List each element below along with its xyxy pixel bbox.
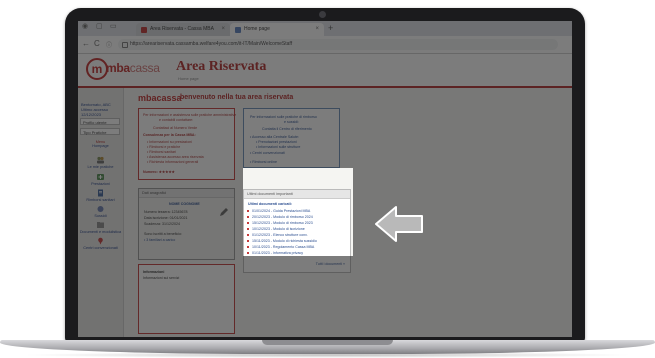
box-line: e contabili contattare: bbox=[159, 118, 194, 122]
sidebar-item-documenti[interactable]: Documenti e modulistica bbox=[78, 221, 123, 234]
tab-home-page[interactable]: Home page × bbox=[230, 23, 324, 36]
medical-icon bbox=[97, 174, 104, 180]
sidebar-item-centri[interactable]: Centri convenzionati bbox=[78, 237, 123, 250]
money-icon bbox=[97, 206, 104, 212]
laptop-screen: ◉ ▢ ▭ Area Riservata - Cassa MBA × Home … bbox=[78, 21, 572, 337]
sidebar-item-label: Rimborsi sanitari bbox=[86, 198, 115, 202]
practice-type-select[interactable]: Tipo Pratiche bbox=[80, 128, 120, 135]
sidebar-item-label: Sussidi bbox=[94, 214, 107, 218]
webcam bbox=[319, 11, 326, 18]
sidebar-item-label: Hompage bbox=[92, 144, 109, 148]
logo-text-2: cassa bbox=[129, 61, 160, 75]
back-button[interactable]: ← bbox=[82, 39, 90, 48]
user-greeting: Bentornato, ABC Ultimo accesso 12/12/202… bbox=[81, 102, 123, 117]
close-tab-icon[interactable]: × bbox=[221, 23, 225, 36]
profile-icon[interactable]: ◉ bbox=[82, 23, 90, 31]
edit-pencil-icon[interactable] bbox=[219, 207, 229, 217]
sidebar-item-label: Centri convenzionati bbox=[83, 246, 118, 250]
welcome-heading: benvenuto nella tua area riservata bbox=[180, 94, 294, 101]
profile-select[interactable]: Profilo utente bbox=[80, 118, 120, 125]
box-line: • Informazioni su prestazioni bbox=[147, 140, 193, 144]
logo-text: mba bbox=[106, 61, 130, 75]
sidebar-item-rimborsi[interactable]: Rimborsi sanitari bbox=[78, 189, 123, 202]
sidebar-item-label: Prestazioni bbox=[91, 182, 110, 186]
favicon-icon bbox=[235, 27, 241, 33]
workspaces-icon[interactable]: ▢ bbox=[96, 23, 104, 31]
logo-wordmark: mbacassa bbox=[106, 61, 160, 75]
tab-list-icon[interactable]: ▭ bbox=[110, 23, 118, 31]
box-line: • Prenotazioni prestazioni bbox=[256, 140, 297, 144]
member-expiry: Scadenza: 31/12/2024 bbox=[144, 222, 180, 226]
sidebar-item-label: Documenti e modulistica bbox=[79, 230, 122, 234]
beneficiaries-count[interactable]: • 3 familiari a carico bbox=[144, 238, 175, 242]
sidebar-item-label: Le mie pratiche bbox=[87, 165, 114, 169]
box-line: Numero: ★★★★★ bbox=[143, 170, 175, 174]
site-header: m mbacassa Area Riservata Home page bbox=[78, 54, 572, 88]
sidebar-item-prestazioni[interactable]: Prestazioni bbox=[78, 173, 123, 186]
laptop-lid: ◉ ▢ ▭ Area Riservata - Cassa MBA × Home … bbox=[65, 8, 585, 342]
contact-box: Per informazioni e assistenza sulle prat… bbox=[138, 108, 237, 180]
last-access: Ultimo accesso 12/12/2023 bbox=[81, 107, 109, 117]
box-line: • Rimborsi e pratiche bbox=[147, 145, 181, 149]
box-line: • Rimborsi sanitari bbox=[147, 150, 177, 154]
all-documents-link[interactable]: Tutti i documenti » bbox=[316, 262, 345, 266]
folder-icon bbox=[97, 222, 104, 228]
member-since: Data iscrizione: 01/01/2021 bbox=[144, 216, 188, 220]
document-icon bbox=[98, 189, 103, 197]
sidebar-item-sussidi[interactable]: Sussidi bbox=[78, 205, 123, 218]
box-line: Consulenza per la Cassa MBA: bbox=[143, 133, 196, 137]
box-header: Informazioni bbox=[143, 270, 165, 274]
laptop-mockup: ◉ ▢ ▭ Area Riservata - Cassa MBA × Home … bbox=[0, 0, 655, 358]
mbacassa-logo[interactable]: m mbacassa bbox=[86, 58, 166, 82]
favicon-icon bbox=[141, 27, 147, 33]
box-header: Dati anagrafici bbox=[139, 189, 234, 198]
box-line[interactable]: • Rimborsi online bbox=[250, 160, 277, 164]
site-info-icon[interactable]: ⓘ bbox=[106, 40, 112, 49]
sidebar-item-pratiche[interactable]: Le mie pratiche bbox=[78, 156, 123, 169]
member-name: NOME COGNOME bbox=[169, 202, 200, 206]
lock-icon bbox=[122, 42, 128, 48]
box-line: e sussidi: bbox=[284, 120, 299, 124]
sidebar: Bentornato, ABC Ultimo accesso 12/12/202… bbox=[78, 88, 124, 337]
box-line: Contattaci al Numero Verde bbox=[153, 126, 198, 130]
tab-label: Home page bbox=[244, 26, 270, 32]
sidebar-item-home[interactable]: Menu Hompage bbox=[78, 140, 123, 148]
box-line: Informazioni sui servizi bbox=[143, 276, 180, 280]
page-title: Area Riservata bbox=[176, 59, 267, 74]
box-line: Per informazioni e assistenza sulle prat… bbox=[143, 113, 237, 117]
browser-tab-bar: ◉ ▢ ▭ Area Riservata - Cassa MBA × Home … bbox=[78, 21, 572, 36]
laptop-base-notch bbox=[262, 340, 393, 345]
address-bar-row: ← C ⓘ https://areariservata.cassamba.wel… bbox=[78, 36, 572, 54]
map-pin-icon bbox=[98, 237, 103, 245]
box-line[interactable]: • Accesso alla Centrale Salute: bbox=[250, 135, 299, 139]
url-input[interactable]: https://areariservata.cassamba.welfare4y… bbox=[118, 39, 558, 50]
tab-area-riservata[interactable]: Area Riservata - Cassa MBA × bbox=[136, 23, 230, 36]
new-tab-button[interactable]: + bbox=[328, 23, 333, 34]
group-icon bbox=[97, 156, 104, 164]
spotlight-overlay bbox=[243, 168, 353, 256]
info-box: Per informazioni sulle pratiche di rimbo… bbox=[243, 108, 340, 168]
pointer-arrow-icon bbox=[375, 206, 423, 242]
tab-label: Area Riservata - Cassa MBA bbox=[150, 26, 214, 32]
box-line: Contatta il Centro di riferimento bbox=[262, 127, 312, 131]
page-subtitle: Home page bbox=[178, 76, 199, 81]
url-text: https://areariservata.cassamba.welfare4y… bbox=[130, 41, 293, 47]
box-line: • Richiesta informazioni generali bbox=[147, 160, 199, 164]
close-tab-icon[interactable]: × bbox=[315, 23, 319, 36]
notes-box: Informazioni Informazioni sui servizi bbox=[138, 264, 235, 334]
welcome-logo: mbacassa bbox=[138, 93, 182, 103]
box-line: • Assistenza accesso area riservata bbox=[147, 155, 204, 159]
box-line: • Centri convenzionati bbox=[250, 151, 285, 155]
box-line: • Informazioni sulle strutture bbox=[256, 145, 301, 149]
logo-m-mark: m bbox=[86, 58, 108, 80]
member-card: Numero tessera: 12345678 bbox=[144, 210, 188, 214]
profile-box: Dati anagrafici NOME COGNOME Numero tess… bbox=[138, 188, 235, 260]
box-line: Per informazioni sulle pratiche di rimbo… bbox=[250, 115, 317, 119]
refresh-button[interactable]: C bbox=[94, 39, 100, 48]
beneficiaries-label: Sono iscritti a beneficio: bbox=[144, 232, 182, 236]
